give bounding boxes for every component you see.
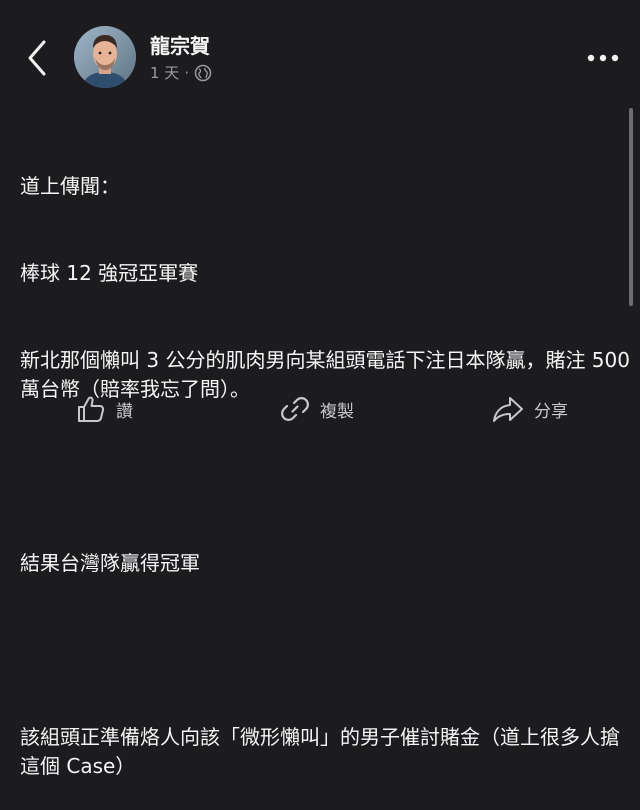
post-header: 龍宗賀 1 天 · bbox=[0, 0, 640, 110]
post-line-blank bbox=[20, 636, 632, 665]
globe-icon bbox=[194, 64, 212, 81]
share-button[interactable]: 分享 bbox=[492, 386, 568, 432]
post-line: 道上傳聞： bbox=[20, 174, 120, 198]
avatar-image bbox=[74, 26, 136, 88]
back-button[interactable] bbox=[22, 38, 52, 78]
scrollbar[interactable] bbox=[629, 108, 633, 306]
author-name[interactable]: 龍宗賀 bbox=[150, 30, 210, 59]
avatar[interactable] bbox=[74, 26, 136, 88]
thumbs-up-icon bbox=[78, 396, 105, 422]
post-line: 棒球 12 強冠亞軍賽 bbox=[20, 261, 199, 285]
post-time[interactable]: 1 天 bbox=[150, 62, 179, 83]
share-icon bbox=[493, 397, 523, 422]
chevron-left-icon bbox=[28, 40, 46, 76]
like-button[interactable]: 讚 bbox=[76, 386, 133, 432]
copy-label: 複製 bbox=[320, 401, 354, 422]
post-line: 該組頭正準備烙人向該「微形懶叫」的男子催討賭金（道上很多人搶這個 Case） bbox=[20, 725, 620, 778]
copy-button[interactable]: 複製 bbox=[280, 386, 354, 432]
post-meta: 1 天 · bbox=[150, 62, 212, 83]
action-bar: 讚 複製 分享 bbox=[0, 386, 640, 432]
link-icon bbox=[281, 397, 309, 421]
more-options-button[interactable] bbox=[586, 50, 620, 64]
meta-separator: · bbox=[184, 63, 190, 82]
like-label: 讚 bbox=[116, 401, 133, 422]
post-line-blank bbox=[20, 462, 632, 491]
post-line: 結果台灣隊贏得冠軍 bbox=[20, 551, 200, 575]
share-label: 分享 bbox=[534, 401, 568, 422]
more-dots-icon bbox=[587, 54, 619, 62]
post-body: 道上傳聞： 棒球 12 強冠亞軍賽 新北那個懶叫 3 公分的肌肉男向某組頭電話下… bbox=[20, 114, 632, 810]
